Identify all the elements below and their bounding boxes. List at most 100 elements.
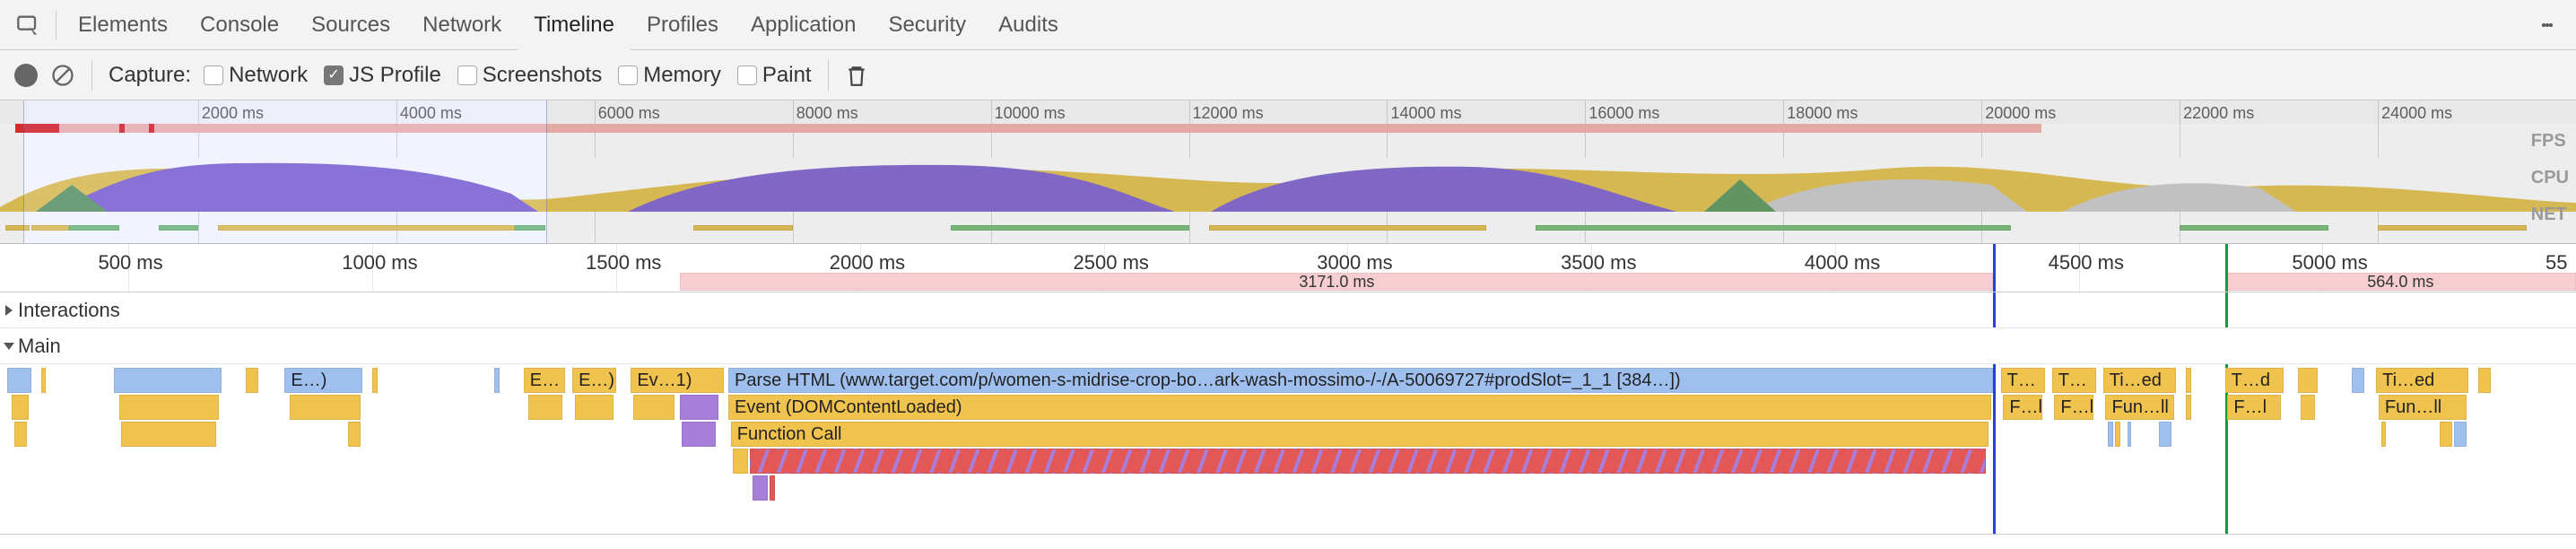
- flame-bar[interactable]: Ti…ed: [2376, 368, 2468, 393]
- flame-bar[interactable]: [2108, 422, 2112, 447]
- flame-bar[interactable]: F…l: [2003, 395, 2041, 420]
- flame-bar[interactable]: [2301, 395, 2315, 420]
- flame-bar[interactable]: F…l: [2054, 395, 2093, 420]
- flame-bar[interactable]: [2352, 368, 2364, 393]
- flame-bar[interactable]: [680, 395, 718, 420]
- ruler-tick: 500 ms: [98, 251, 162, 274]
- long-task[interactable]: 564.0 ms: [2225, 273, 2576, 291]
- ruler-tick: 3500 ms: [1561, 251, 1636, 274]
- flame-bar[interactable]: [2186, 368, 2190, 393]
- disclosure-triangle-icon: [4, 343, 14, 350]
- flame-bar[interactable]: [372, 368, 377, 393]
- capture-label: Capture:: [109, 63, 191, 88]
- detail-ruler[interactable]: 500 ms1000 ms1500 ms2000 ms2500 ms3000 m…: [0, 244, 2576, 292]
- overflow-menu-icon[interactable]: [2531, 9, 2563, 41]
- flame-bar[interactable]: [682, 422, 716, 447]
- flame-bar[interactable]: F…l: [2227, 395, 2281, 420]
- flame-bar[interactable]: [2159, 422, 2171, 447]
- tab-console[interactable]: Console: [184, 0, 295, 50]
- clear-icon[interactable]: [50, 63, 75, 88]
- capture-paint-checkbox[interactable]: Paint: [737, 63, 812, 88]
- ruler-tick: 4500 ms: [2049, 251, 2124, 274]
- flame-bar[interactable]: [733, 449, 747, 474]
- flame-bar[interactable]: [290, 395, 361, 420]
- flame-bar[interactable]: E…: [524, 368, 565, 393]
- flame-bar[interactable]: [14, 422, 27, 447]
- flame-bar[interactable]: [2298, 368, 2318, 393]
- flame-bar[interactable]: [2440, 422, 2452, 447]
- capture-network-checkbox[interactable]: Network: [204, 63, 308, 88]
- overview-strip[interactable]: 2000 ms4000 ms6000 ms8000 ms10000 ms1200…: [0, 100, 2576, 244]
- flame-bar[interactable]: [494, 368, 499, 393]
- flame-bar[interactable]: Event (DOMContentLoaded): [728, 395, 1991, 420]
- tab-application[interactable]: Application: [735, 0, 872, 50]
- checkbox-icon: [204, 65, 223, 85]
- inspect-icon[interactable]: [16, 13, 41, 38]
- separator: [56, 11, 57, 39]
- flame-bar[interactable]: [2128, 422, 2131, 447]
- capture-jsprofile-checkbox[interactable]: JS Profile: [324, 63, 441, 88]
- flame-bar[interactable]: [633, 395, 674, 420]
- flame-bar[interactable]: [41, 368, 46, 393]
- flame-bar[interactable]: Fun…ll: [2379, 395, 2467, 420]
- checkbox-label: JS Profile: [349, 63, 441, 88]
- timeline-toolbar: Capture: Network JS Profile Screenshots Mem…: [0, 50, 2576, 100]
- flame-bar[interactable]: [114, 368, 222, 393]
- ruler-tick: 2500 ms: [1074, 251, 1149, 274]
- flame-bar[interactable]: Parse HTML (www.target.com/p/women-s-mid…: [728, 368, 1993, 393]
- flame-bar[interactable]: Fun…ll: [2105, 395, 2173, 420]
- checkbox-icon: [618, 65, 638, 85]
- flame-bar[interactable]: T…: [2052, 368, 2096, 393]
- flame-bar[interactable]: E…): [572, 368, 616, 393]
- flame-bar[interactable]: T…: [2001, 368, 2045, 393]
- flame-bar[interactable]: Function Call: [731, 422, 1989, 447]
- flame-bar[interactable]: [246, 368, 258, 393]
- flame-bar[interactable]: [753, 475, 767, 501]
- flame-bar[interactable]: [2186, 395, 2190, 420]
- flame-bar[interactable]: [528, 395, 562, 420]
- flame-bar[interactable]: [12, 395, 29, 420]
- flame-bar[interactable]: [2115, 422, 2119, 447]
- flame-bar[interactable]: [2454, 422, 2467, 447]
- flame-bar[interactable]: [348, 422, 361, 447]
- tab-audits[interactable]: Audits: [982, 0, 1075, 50]
- fps-label: FPS: [2531, 131, 2569, 152]
- flame-bar[interactable]: Ti…ed: [2103, 368, 2177, 393]
- ruler-tick: 1500 ms: [586, 251, 661, 274]
- flame-bar[interactable]: [2381, 422, 2386, 447]
- flame-bar[interactable]: [2478, 368, 2491, 393]
- flame-bar[interactable]: [7, 368, 31, 393]
- flame-bar[interactable]: [770, 475, 774, 501]
- record-button[interactable]: [14, 64, 38, 87]
- flame-bar[interactable]: [750, 449, 1986, 474]
- flame-bar[interactable]: [575, 395, 614, 420]
- load-marker: [2225, 244, 2228, 292]
- ruler-tick: 4000 ms: [1805, 251, 1880, 274]
- main-track-header[interactable]: Main: [0, 328, 2576, 364]
- checkbox-icon: [737, 65, 757, 85]
- flame-bar[interactable]: [121, 422, 216, 447]
- separator: [91, 60, 92, 91]
- tab-security[interactable]: Security: [872, 0, 982, 50]
- flame-bar[interactable]: T…d: [2225, 368, 2284, 393]
- tab-network[interactable]: Network: [406, 0, 518, 50]
- tab-timeline[interactable]: Timeline: [518, 0, 631, 50]
- flame-bar[interactable]: [119, 395, 219, 420]
- flame-bar[interactable]: E…): [284, 368, 362, 393]
- flame-bar[interactable]: Ev…1): [631, 368, 723, 393]
- tab-profiles[interactable]: Profiles: [631, 0, 735, 50]
- flame-chart[interactable]: E…) E… E…) Ev…1)Parse HTML (www.target.com/…: [0, 364, 2576, 535]
- long-task[interactable]: 3171.0 ms: [680, 273, 1993, 291]
- interactions-track-header[interactable]: Interactions: [0, 292, 2576, 328]
- tab-sources[interactable]: Sources: [295, 0, 406, 50]
- interactions-label: Interactions: [18, 299, 120, 322]
- checkbox-label: Network: [229, 63, 308, 88]
- cpu-label: CPU: [2531, 168, 2569, 188]
- capture-memory-checkbox[interactable]: Memory: [618, 63, 721, 88]
- checkbox-icon: [457, 65, 477, 85]
- capture-screenshots-checkbox[interactable]: Screenshots: [457, 63, 602, 88]
- overview-selection[interactable]: [23, 100, 547, 243]
- devtools-tab-bar: ElementsConsoleSourcesNetworkTimelinePro…: [0, 0, 2576, 50]
- trash-icon[interactable]: [845, 62, 868, 89]
- tab-elements[interactable]: Elements: [62, 0, 184, 50]
